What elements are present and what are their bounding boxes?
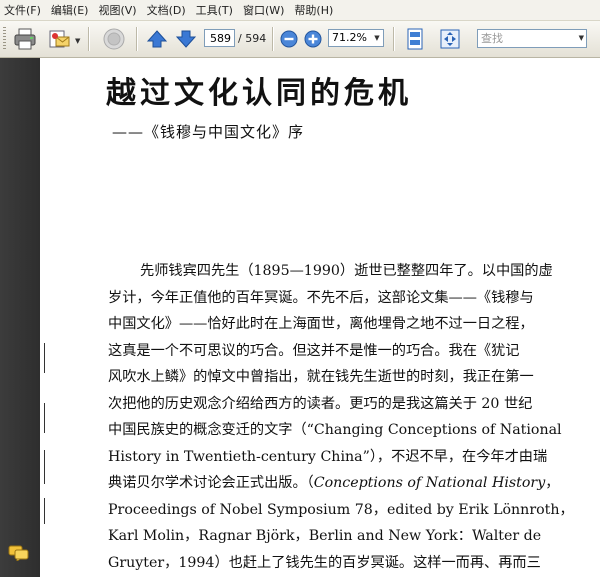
print-button[interactable] [12, 26, 38, 52]
previous-page-button[interactable] [146, 28, 168, 50]
text-line: 典诺贝尔学术讨论会正式出版。（Conceptions of National H… [108, 475, 560, 491]
zoom-in-button[interactable] [303, 29, 323, 49]
toolbar-grip[interactable] [3, 27, 6, 51]
text-line: 这真是一个不可思议的巧合。但这并不是惟一的巧合。我在《犹记 [108, 342, 520, 359]
margin-mark [44, 343, 45, 373]
navigation-pane [0, 58, 40, 577]
document-body: 先师钱宾四先生（1895—1990）逝世已整整四年了。以中国的虚 岁计，今年正值… [108, 258, 592, 576]
email-icon [49, 30, 70, 48]
menu-window[interactable]: 窗口(W) [238, 2, 289, 18]
search-dropdown-icon[interactable]: ▼ [579, 31, 584, 46]
text-line: Proceedings of Nobel Symposium 78，edited… [108, 501, 574, 518]
text-line: Karl Molin，Ragnar Björk，Berlin and New Y… [108, 528, 542, 544]
menu-edit[interactable]: 编辑(E) [46, 2, 94, 18]
text-line: 先师钱宾四先生（1895—1990）逝世已整整四年了。以中国的虚 [140, 263, 553, 279]
zoom-select[interactable]: 71.2% ▼ [328, 29, 384, 47]
hand-tool-button[interactable] [100, 26, 128, 52]
zoom-value: 71.2% [332, 31, 367, 44]
margin-mark [44, 498, 45, 524]
menu-tools[interactable]: 工具(T) [191, 2, 238, 18]
page-number-input[interactable]: 589 [204, 29, 235, 47]
text-line: 中国文化》——恰好此时在上海面世，离他埋骨之地不过一日之程， [108, 316, 534, 332]
menu-file[interactable]: 文件(F) [0, 2, 46, 18]
next-page-button[interactable] [175, 28, 197, 50]
text-line: 次把他的历史观念介绍给西方的读者。更巧的是我这篇关于 20 世纪 [108, 395, 533, 412]
hand-tool-icon [103, 28, 125, 50]
print-icon [14, 28, 36, 50]
document-title: 越过文化认同的危机 [106, 76, 412, 111]
text-line: 岁计，今年正值他的百年冥诞。不先不后，这部论文集——《钱穆与 [108, 289, 534, 306]
menu-view[interactable]: 视图(V) [93, 2, 141, 18]
margin-mark [44, 403, 45, 433]
text-line: 中国民族史的概念变迁的文字（“Changing Conceptions of N… [108, 422, 562, 438]
chevron-down-icon[interactable]: ▼ [372, 31, 382, 45]
page-total: / 594 [238, 32, 267, 45]
text-line: 风吹水上鳞》的悼文中曾指出，就在钱先生逝世的时刻，我正在第一 [108, 369, 534, 385]
email-dropdown-icon[interactable]: ▼ [75, 37, 80, 45]
document-page[interactable]: 越过文化认同的危机 ——《钱穆与中国文化》序 先师钱宾四先生（1895—1990… [40, 58, 600, 577]
search-placeholder: 查找 [481, 32, 503, 45]
document-subtitle: ——《钱穆与中国文化》序 [112, 123, 305, 141]
fit-width-button[interactable] [438, 27, 462, 51]
comment-icon[interactable] [8, 545, 30, 561]
next-page-icon [176, 30, 196, 48]
menu-bar: 文件(F) 编辑(E) 视图(V) 文档(D) 工具(T) 窗口(W) 帮助(H… [0, 0, 600, 21]
email-button[interactable] [46, 26, 72, 52]
text-line: Gruyter，1994）也赶上了钱先生的百岁冥诞。这样一而再、再而三 [108, 554, 541, 571]
text-line: History in Twentieth-century China”），不迟不… [108, 448, 548, 465]
menu-document[interactable]: 文档(D) [142, 2, 191, 18]
menu-help[interactable]: 帮助(H) [289, 2, 338, 18]
zoom-out-icon [280, 30, 298, 48]
zoom-in-icon [304, 30, 322, 48]
margin-mark [44, 450, 45, 484]
fit-page-icon [407, 28, 423, 50]
previous-page-icon [147, 30, 167, 48]
fit-width-icon [440, 29, 460, 49]
zoom-out-button[interactable] [279, 29, 299, 49]
fit-page-button[interactable] [403, 27, 427, 51]
search-input[interactable]: 查找 ▼ [477, 29, 587, 48]
